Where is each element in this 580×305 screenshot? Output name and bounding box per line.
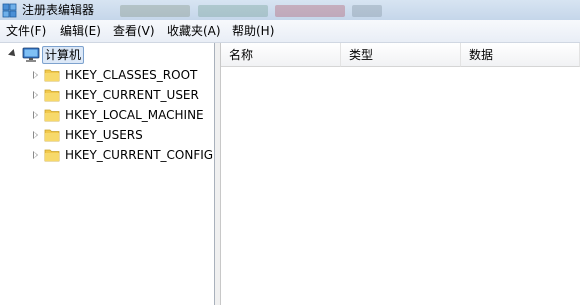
tree-label: HKEY_CLASSES_ROOT bbox=[65, 68, 198, 82]
window-title: 注册表编辑器 bbox=[22, 3, 95, 17]
column-header-data[interactable]: 数据 bbox=[461, 43, 580, 67]
title-bar: 注册表编辑器 bbox=[0, 0, 580, 20]
folder-icon bbox=[44, 129, 60, 142]
tree-item-computer[interactable]: 计算机 bbox=[0, 45, 214, 65]
column-header-type[interactable]: 类型 bbox=[341, 43, 461, 67]
registry-tree[interactable]: 计算机 HKEY_CLASSES_ROOT HKEY_CURRENT_USER … bbox=[0, 43, 215, 305]
tree-label-computer: 计算机 bbox=[42, 46, 85, 64]
collapse-arrow-icon[interactable] bbox=[33, 91, 38, 99]
tree-item-hkey-classes-root[interactable]: HKEY_CLASSES_ROOT bbox=[0, 65, 214, 85]
expand-arrow-icon[interactable] bbox=[8, 49, 18, 59]
tree-label: HKEY_USERS bbox=[65, 128, 143, 142]
folder-icon bbox=[44, 149, 60, 162]
computer-icon bbox=[22, 47, 40, 62]
menu-help[interactable]: 帮助(H) bbox=[232, 23, 274, 39]
background-toolbar-ghost bbox=[352, 5, 382, 17]
collapse-arrow-icon[interactable] bbox=[33, 111, 38, 119]
values-list[interactable]: 名称 类型 数据 bbox=[221, 43, 580, 305]
tree-label: HKEY_CURRENT_USER bbox=[65, 88, 199, 102]
folder-icon bbox=[44, 89, 60, 102]
background-toolbar-ghost bbox=[198, 5, 268, 17]
menu-bar: 文件(F) 编辑(E) 查看(V) 收藏夹(A) 帮助(H) bbox=[0, 20, 580, 43]
tree-item-hkey-current-user[interactable]: HKEY_CURRENT_USER bbox=[0, 85, 214, 105]
collapse-arrow-icon[interactable] bbox=[33, 71, 38, 79]
menu-file[interactable]: 文件(F) bbox=[6, 23, 46, 39]
column-header-name[interactable]: 名称 bbox=[221, 43, 341, 67]
collapse-arrow-icon[interactable] bbox=[33, 151, 38, 159]
folder-icon bbox=[44, 109, 60, 122]
background-toolbar-ghost bbox=[120, 5, 190, 17]
tree-label: HKEY_LOCAL_MACHINE bbox=[65, 108, 204, 122]
registry-editor-icon bbox=[2, 3, 17, 18]
menu-view[interactable]: 查看(V) bbox=[113, 23, 155, 39]
tree-item-hkey-current-config[interactable]: HKEY_CURRENT_CONFIG bbox=[0, 145, 214, 165]
collapse-arrow-icon[interactable] bbox=[33, 131, 38, 139]
tree-item-hkey-users[interactable]: HKEY_USERS bbox=[0, 125, 214, 145]
menu-favorites[interactable]: 收藏夹(A) bbox=[167, 23, 221, 39]
tree-label: HKEY_CURRENT_CONFIG bbox=[65, 148, 214, 162]
folder-icon bbox=[44, 69, 60, 82]
background-toolbar-ghost bbox=[275, 5, 345, 17]
tree-item-hkey-local-machine[interactable]: HKEY_LOCAL_MACHINE bbox=[0, 105, 214, 125]
menu-edit[interactable]: 编辑(E) bbox=[60, 23, 101, 39]
